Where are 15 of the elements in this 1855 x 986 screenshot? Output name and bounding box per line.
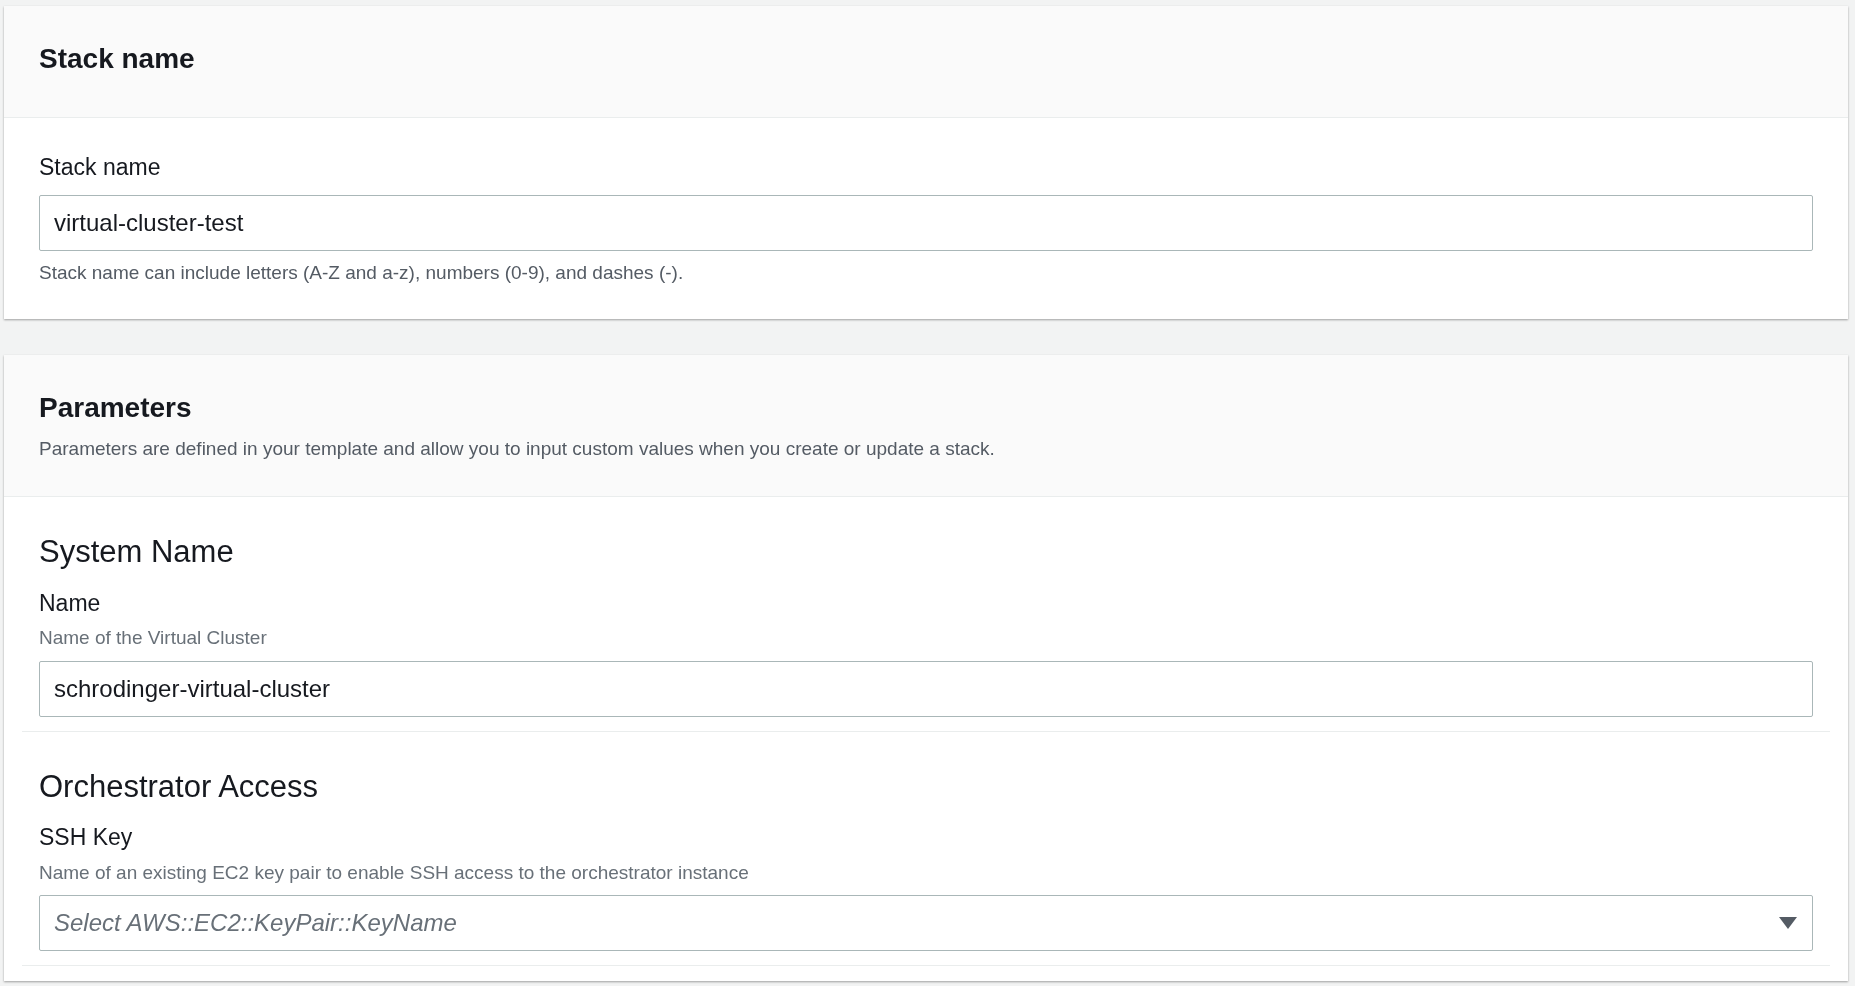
caret-down-icon xyxy=(1778,916,1798,930)
group-heading: Orchestrator Access xyxy=(39,767,320,806)
panel-title: Stack name xyxy=(39,42,196,76)
field-label: Stack name xyxy=(39,153,162,182)
field-hint: Stack name can include letters (A-Z and a-z), numbers (0-9), and dashes (-). xyxy=(39,260,685,285)
panel-description: Parameters are defined in your template and allow you to input custom values when you create or update a stack. xyxy=(39,437,996,461)
stack-name-input[interactable]: virtual-cluster-test xyxy=(39,194,1813,251)
field-description: Name of an existing EC2 key pair to enable SSH access to the orchestrator instance xyxy=(39,860,750,885)
group-heading: System Name xyxy=(39,533,235,571)
field-label: Name xyxy=(39,588,102,618)
key-pair-select[interactable]: Select AWS::EC2::KeyPair::KeyName xyxy=(39,895,1813,951)
field-description: Name of the Virtual Cluster xyxy=(39,626,268,650)
field-label: SSH Key xyxy=(39,823,134,852)
text-input[interactable]: schrodinger-virtual-cluster xyxy=(39,660,1813,717)
panel-title: Parameters xyxy=(39,391,193,425)
